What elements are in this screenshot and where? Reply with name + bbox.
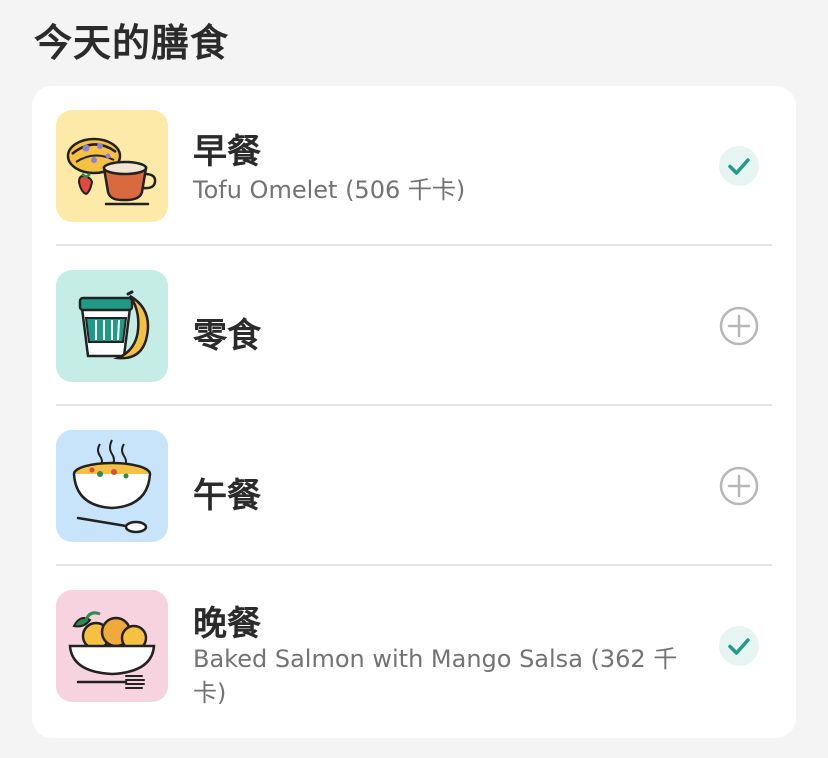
logged-check-button[interactable] [719, 626, 759, 666]
checkmark-icon [719, 146, 759, 186]
meal-row-lunch[interactable]: 午餐 [56, 406, 772, 566]
meal-name: 晚餐 [193, 604, 261, 644]
dinner-plate-fork-icon [56, 590, 168, 702]
checkmark-icon [719, 626, 759, 666]
meal-description: Baked Salmon with Mango Salsa (362 千卡) [193, 645, 678, 707]
meal-name: 零食 [193, 316, 261, 356]
meals-card: 早餐 Tofu Omelet (506 千卡) 零食 午餐 晚餐 Baked S… [32, 86, 796, 738]
meal-row-dinner[interactable]: 晚餐 Baked Salmon with Mango Salsa (362 千卡… [56, 566, 772, 738]
add-circle-icon [719, 306, 759, 346]
meal-name: 午餐 [193, 476, 261, 516]
logged-check-button[interactable] [719, 146, 759, 186]
meal-row-snack[interactable]: 零食 [56, 246, 772, 406]
section-title: 今天的膳食 [34, 21, 230, 65]
snack-cup-banana-icon [56, 270, 168, 382]
meal-name: 早餐 [193, 132, 261, 172]
breakfast-coffee-pastry-icon [56, 110, 168, 222]
add-meal-button[interactable] [719, 466, 759, 506]
add-circle-icon [719, 466, 759, 506]
meal-description: Tofu Omelet (506 千卡) [193, 176, 466, 204]
meal-row-breakfast[interactable]: 早餐 Tofu Omelet (506 千卡) [56, 86, 772, 246]
add-meal-button[interactable] [719, 306, 759, 346]
lunch-soup-bowl-icon [56, 430, 168, 542]
